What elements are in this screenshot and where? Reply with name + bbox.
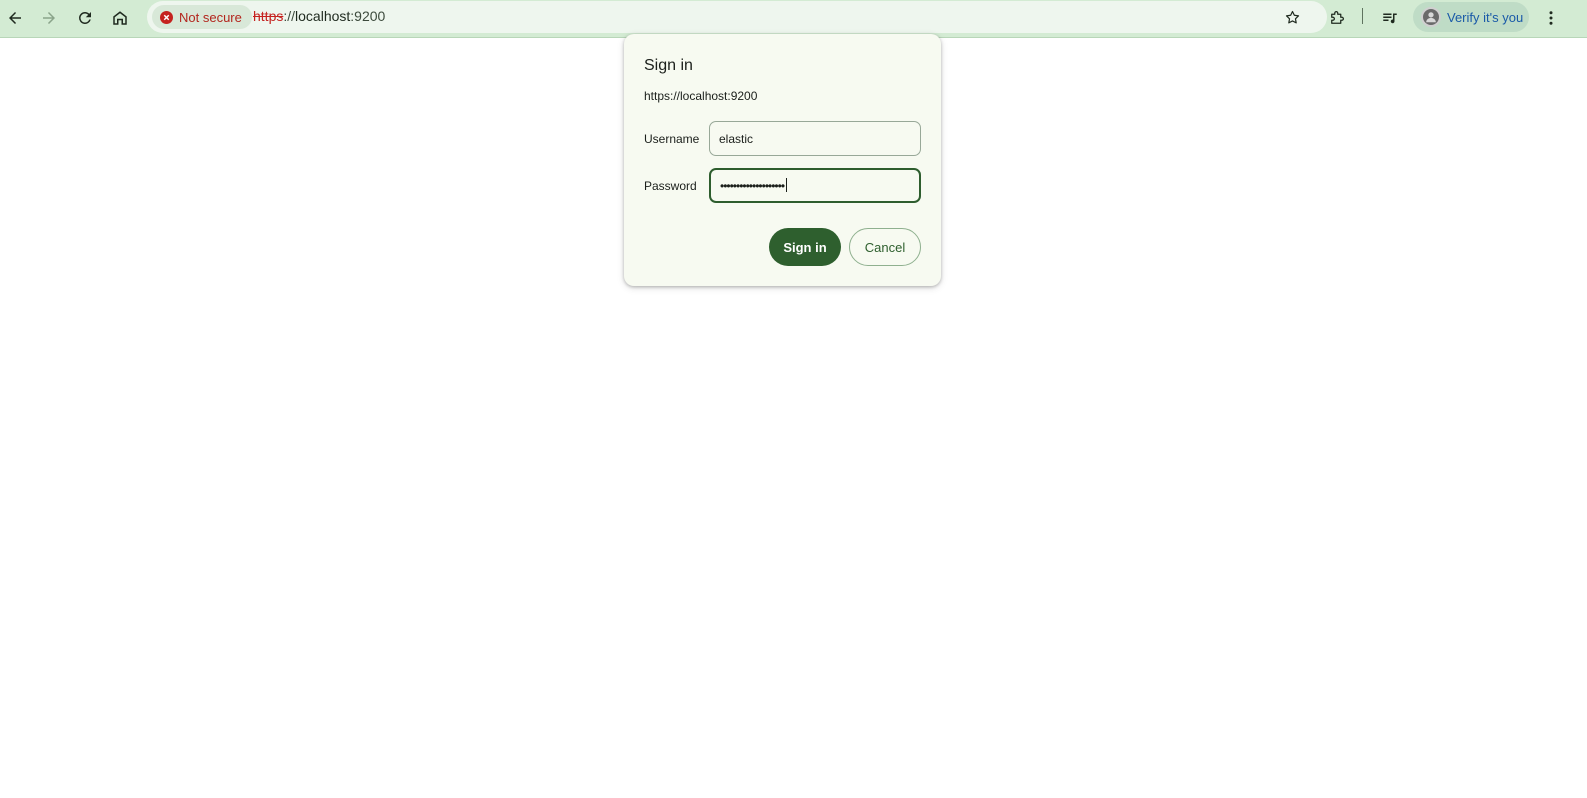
- url-text[interactable]: https://localhost:9200: [253, 8, 385, 24]
- url-scheme: https: [253, 8, 284, 24]
- browser-toolbar: Not secure https://localhost:9200 Verify…: [0, 0, 1587, 38]
- media-control-icon: [1383, 13, 1397, 24]
- back-arrow-icon: [9, 12, 21, 24]
- url-port: :9200: [350, 8, 386, 24]
- kebab-menu-icon: [1549, 11, 1553, 25]
- address-bar[interactable]: Not secure https://localhost:9200: [147, 1, 1327, 33]
- star-icon: [1285, 10, 1299, 23]
- home-icon: [113, 11, 127, 25]
- sign-in-button[interactable]: Sign in: [769, 228, 841, 266]
- forward-arrow-icon: [43, 12, 55, 24]
- home-button[interactable]: [105, 3, 135, 33]
- reload-button[interactable]: [70, 3, 100, 33]
- person-icon: [1426, 12, 1436, 23]
- url-separator: ://: [283, 8, 296, 24]
- password-value: ••••••••••••••••••••: [720, 178, 788, 193]
- text-caret: [786, 178, 788, 192]
- error-circle-icon: [160, 10, 173, 24]
- reload-icon: [79, 11, 91, 24]
- puzzle-piece-icon: [1331, 11, 1344, 24]
- username-label: Username: [644, 132, 700, 146]
- password-label: Password: [644, 179, 697, 193]
- forward-button[interactable]: [34, 3, 64, 33]
- avatar: [1421, 7, 1441, 27]
- browser-menu-button[interactable]: [1536, 3, 1566, 33]
- security-indicator[interactable]: Not secure: [152, 5, 252, 29]
- url-host: localhost: [295, 8, 351, 24]
- extensions-button[interactable]: [1322, 3, 1352, 33]
- dialog-title: Sign in: [644, 57, 693, 74]
- profile-label: Verify it's you: [1447, 9, 1524, 25]
- profile-button[interactable]: Verify it's you: [1413, 2, 1529, 32]
- username-field[interactable]: [709, 121, 921, 156]
- cancel-button[interactable]: Cancel: [849, 228, 921, 266]
- media-control-button[interactable]: [1375, 3, 1405, 33]
- dialog-origin: https://localhost:9200: [644, 89, 758, 103]
- password-mask: ••••••••••••••••••••: [720, 179, 785, 193]
- back-button[interactable]: [0, 3, 30, 33]
- security-label: Not secure: [179, 9, 242, 25]
- sign-in-dialog: Sign in https://localhost:9200 Username …: [624, 34, 941, 286]
- bookmark-button[interactable]: [1277, 2, 1307, 32]
- toolbar-divider: [1362, 8, 1363, 24]
